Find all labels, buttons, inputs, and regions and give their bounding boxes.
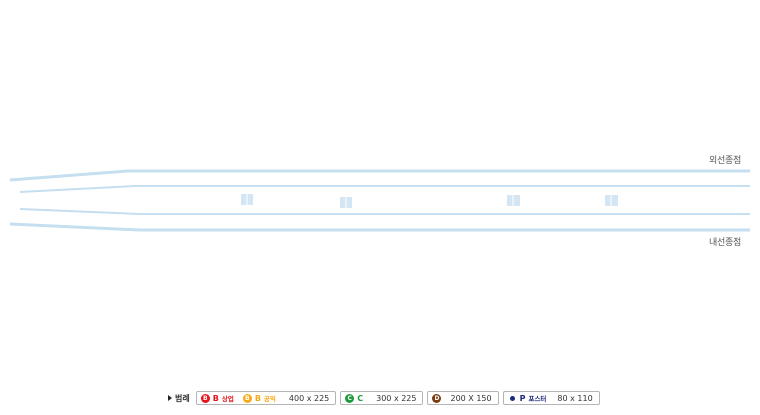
legend-size-p: 80 x 110 xyxy=(557,393,593,403)
center-tracks xyxy=(19,185,750,215)
legend: 범례 B B 상업 B B 공익 400 x 225 C C 300 x 225… xyxy=(168,391,600,405)
legend-size-b: 400 x 225 xyxy=(288,393,330,403)
track-map xyxy=(9,169,750,232)
legend-label-commercial: 상업 xyxy=(221,395,234,403)
outer-track-line xyxy=(9,169,750,182)
center-upper-line xyxy=(19,185,750,193)
triangle-right-icon xyxy=(168,395,172,401)
legend-label-public: 공익 xyxy=(263,395,276,403)
legend-code-b-public: B xyxy=(254,393,261,403)
legend-code-c: C xyxy=(357,393,364,403)
legend-label-poster: 포스터 xyxy=(528,395,547,403)
ad-panel-dividers xyxy=(246,194,612,208)
legend-code-b-commercial: B xyxy=(212,393,219,403)
legend-item-c: C C 300 x 225 xyxy=(340,391,424,405)
tracks xyxy=(9,169,750,232)
p-dot-icon xyxy=(509,395,515,401)
outer-terminus-label: 외선종점 xyxy=(709,156,741,166)
legend-item-d: D 200 X 150 xyxy=(427,391,499,405)
b-public-icon: B xyxy=(242,393,252,403)
legend-title-text: 범례 xyxy=(175,393,190,403)
ad-panels xyxy=(241,194,618,208)
legend-item-p: P 포스터 80 x 110 xyxy=(502,391,600,405)
legend-size-d: 200 X 150 xyxy=(450,393,492,403)
d-icon: D xyxy=(432,393,442,403)
inner-track-line xyxy=(9,222,750,232)
inner-terminus-label: 내선종점 xyxy=(709,238,741,248)
legend-title: 범례 xyxy=(168,393,190,404)
c-icon: C xyxy=(345,393,355,403)
legend-size-c: 300 x 225 xyxy=(376,393,417,403)
b-commercial-icon: B xyxy=(200,393,210,403)
legend-item-b: B B 상업 B B 공익 400 x 225 xyxy=(195,391,337,405)
legend-code-p: P xyxy=(519,393,526,403)
center-lower-line xyxy=(19,208,750,215)
